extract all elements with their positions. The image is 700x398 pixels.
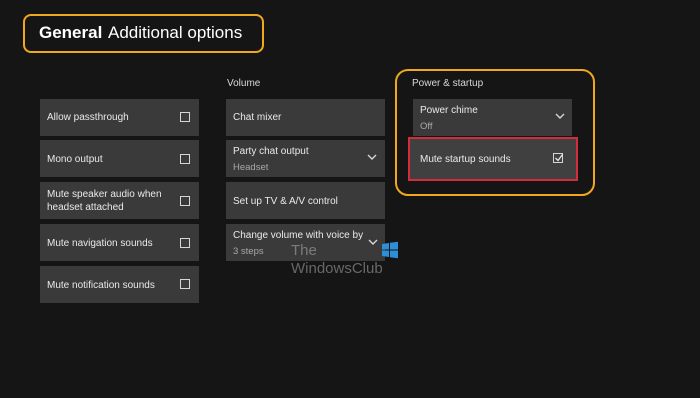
option-mute-notification-sounds[interactable]: Mute notification sounds xyxy=(40,266,199,303)
power-section-title: Power & startup xyxy=(412,78,484,89)
chevron-down-icon xyxy=(367,154,377,160)
power-chime-dropdown[interactable]: Power chime Off xyxy=(413,99,572,136)
party-chat-output-dropdown[interactable]: Party chat output Headset xyxy=(226,140,385,177)
option-label: Mute notification sounds xyxy=(47,280,155,291)
set-up-tv-av-control-button[interactable]: Set up TV & A/V control xyxy=(226,182,385,219)
chat-mixer-button[interactable]: Chat mixer xyxy=(226,99,385,136)
watermark: The WindowsClub xyxy=(291,242,383,277)
option-checkbox[interactable] xyxy=(180,154,190,164)
tile-value: 3 steps xyxy=(233,246,264,257)
option-checkbox[interactable] xyxy=(180,112,190,122)
windows-logo-icon xyxy=(382,241,398,259)
option-checkbox[interactable] xyxy=(180,196,190,206)
option-label: Mute navigation sounds xyxy=(47,238,153,249)
option-checkbox[interactable] xyxy=(180,279,190,289)
option-mono-output[interactable]: Mono output xyxy=(40,140,199,177)
option-checkbox[interactable] xyxy=(180,238,190,248)
tile-value: Off xyxy=(420,121,433,132)
selected-highlight-box xyxy=(408,137,578,181)
tile-label: Chat mixer xyxy=(233,112,282,123)
option-allow-passthrough[interactable]: Allow passthrough xyxy=(40,99,199,136)
option-mute-speaker-audio[interactable]: Mute speaker audio when headset attached xyxy=(40,182,199,219)
tile-label: Change volume with voice by xyxy=(233,230,364,241)
page-subtitle: Additional options xyxy=(108,23,243,42)
watermark-line2: WindowsClub xyxy=(291,260,383,277)
tile-value: Headset xyxy=(233,162,269,173)
tile-label: Set up TV & A/V control xyxy=(233,196,338,207)
watermark-line1: The xyxy=(291,242,317,259)
tile-label: Party chat output xyxy=(233,146,309,157)
page-title: General xyxy=(39,23,103,42)
chevron-down-icon xyxy=(368,239,378,245)
tile-label: Power chime xyxy=(420,105,478,116)
option-label: Mute speaker audio when headset attached xyxy=(47,189,162,213)
option-label: Allow passthrough xyxy=(47,112,129,123)
chevron-down-icon xyxy=(555,113,565,119)
option-label: Mono output xyxy=(47,154,103,165)
volume-section-title: Volume xyxy=(227,78,261,89)
option-mute-navigation-sounds[interactable]: Mute navigation sounds xyxy=(40,224,199,261)
